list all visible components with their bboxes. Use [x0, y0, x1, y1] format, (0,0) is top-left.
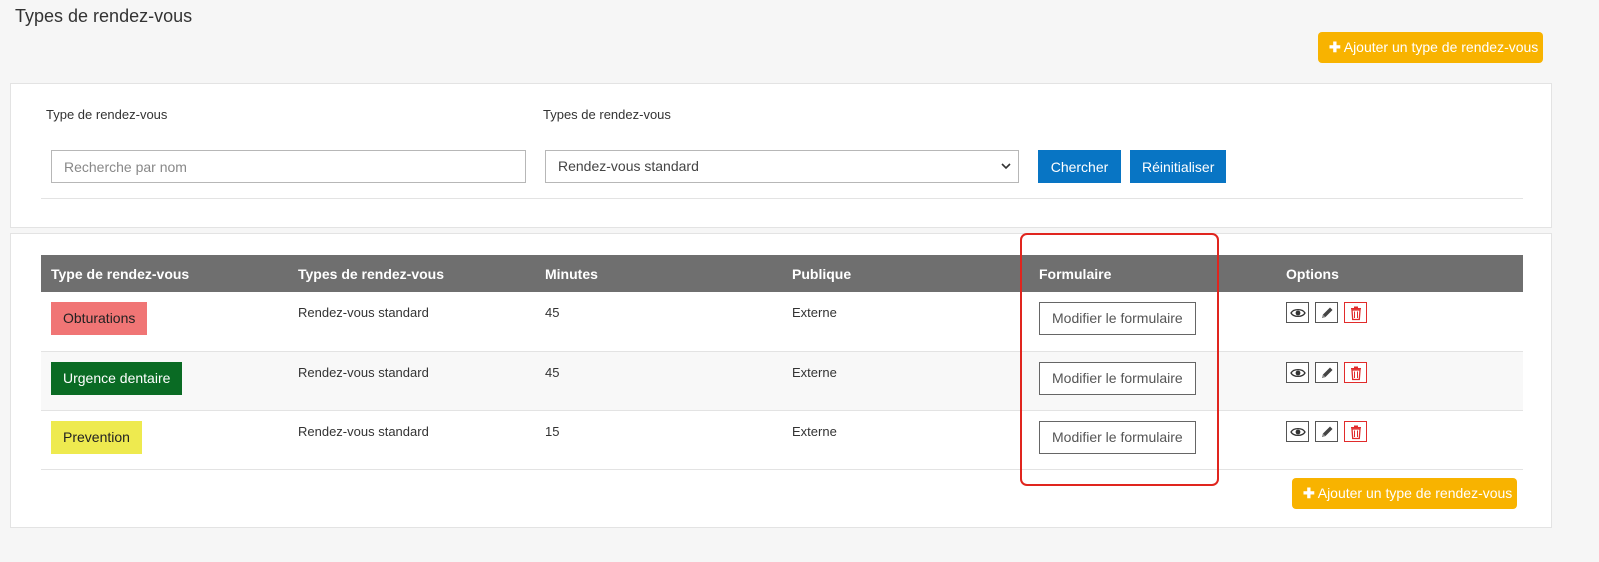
- trash-icon: [1351, 425, 1361, 439]
- trash-icon: [1351, 306, 1361, 321]
- type-select[interactable]: Rendez-vous standard: [545, 150, 1019, 183]
- minutes-cell: 45: [535, 292, 782, 352]
- edit-button[interactable]: [1315, 420, 1338, 442]
- publique-cell: Externe: [782, 292, 1029, 352]
- add-button-label: Ajouter un type de rendez-vous: [1317, 485, 1513, 501]
- table-row: Prevention Rendez-vous standard 15 Exter…: [41, 410, 1523, 470]
- table-row: Urgence dentaire Rendez-vous standard 45…: [41, 351, 1523, 411]
- chevron-down-icon: [1000, 151, 1012, 193]
- appointment-type-tag: Prevention: [51, 420, 142, 454]
- publique-cell: Externe: [782, 410, 1029, 470]
- edit-form-button[interactable]: Modifier le formulaire: [1039, 420, 1196, 454]
- type-filter-label: Types de rendez-vous: [543, 107, 671, 122]
- edit-form-button[interactable]: Modifier le formulaire: [1039, 361, 1196, 395]
- add-appointment-type-button[interactable]: ✚ Ajouter un type de rendez-vous: [1318, 32, 1543, 63]
- view-button[interactable]: [1286, 302, 1309, 323]
- minutes-cell: 45: [535, 351, 782, 411]
- publique-cell: Externe: [782, 351, 1029, 411]
- search-button[interactable]: Chercher: [1038, 150, 1121, 183]
- delete-button[interactable]: [1344, 361, 1367, 383]
- table-row: Obturations Rendez-vous standard 45 Exte…: [41, 292, 1523, 352]
- type-cell: Rendez-vous standard: [288, 292, 535, 352]
- plus-icon: ✚: [1303, 485, 1315, 501]
- edit-button[interactable]: [1315, 361, 1338, 383]
- delete-button[interactable]: [1344, 420, 1367, 442]
- appointment-types-table: Type de rendez-vous Types de rendez-vous…: [41, 255, 1523, 470]
- appointment-type-tag: Obturations: [51, 302, 148, 335]
- delete-button[interactable]: [1344, 302, 1367, 323]
- search-input[interactable]: [51, 150, 526, 183]
- table-header-row: Type de rendez-vous Types de rendez-vous…: [41, 255, 1523, 292]
- minutes-cell: 15: [535, 410, 782, 470]
- eye-icon: [1290, 427, 1306, 436]
- reset-button[interactable]: Réinitialiser: [1130, 150, 1226, 183]
- plus-icon: ✚: [1329, 39, 1341, 55]
- trash-icon: [1351, 366, 1361, 380]
- eye-icon: [1290, 368, 1306, 377]
- eye-icon: [1290, 308, 1306, 318]
- type-select-value: Rendez-vous standard: [558, 158, 699, 174]
- page-title: Types de rendez-vous: [15, 6, 193, 26]
- edit-button[interactable]: [1315, 302, 1338, 323]
- view-button[interactable]: [1286, 361, 1309, 383]
- edit-form-button[interactable]: Modifier le formulaire: [1039, 302, 1196, 335]
- column-header: Minutes: [535, 255, 782, 292]
- type-cell: Rendez-vous standard: [288, 351, 535, 411]
- column-header: Options: [1276, 255, 1523, 292]
- pencil-icon: [1322, 307, 1333, 318]
- type-cell: Rendez-vous standard: [288, 410, 535, 470]
- add-appointment-type-button-bottom[interactable]: ✚ Ajouter un type de rendez-vous: [1292, 478, 1517, 509]
- pencil-icon: [1322, 426, 1333, 437]
- name-filter-label: Type de rendez-vous: [46, 107, 168, 122]
- filter-panel: Type de rendez-vous Types de rendez-vous…: [10, 83, 1552, 228]
- column-header: Publique: [782, 255, 1029, 292]
- divider: [41, 198, 1523, 199]
- view-button[interactable]: [1286, 420, 1309, 442]
- add-button-label: Ajouter un type de rendez-vous: [1343, 39, 1539, 55]
- appointment-type-tag: Urgence dentaire: [51, 361, 183, 395]
- column-header: Formulaire: [1029, 255, 1276, 292]
- column-header: Types de rendez-vous: [288, 255, 535, 292]
- column-header: Type de rendez-vous: [41, 255, 288, 292]
- pencil-icon: [1322, 367, 1333, 378]
